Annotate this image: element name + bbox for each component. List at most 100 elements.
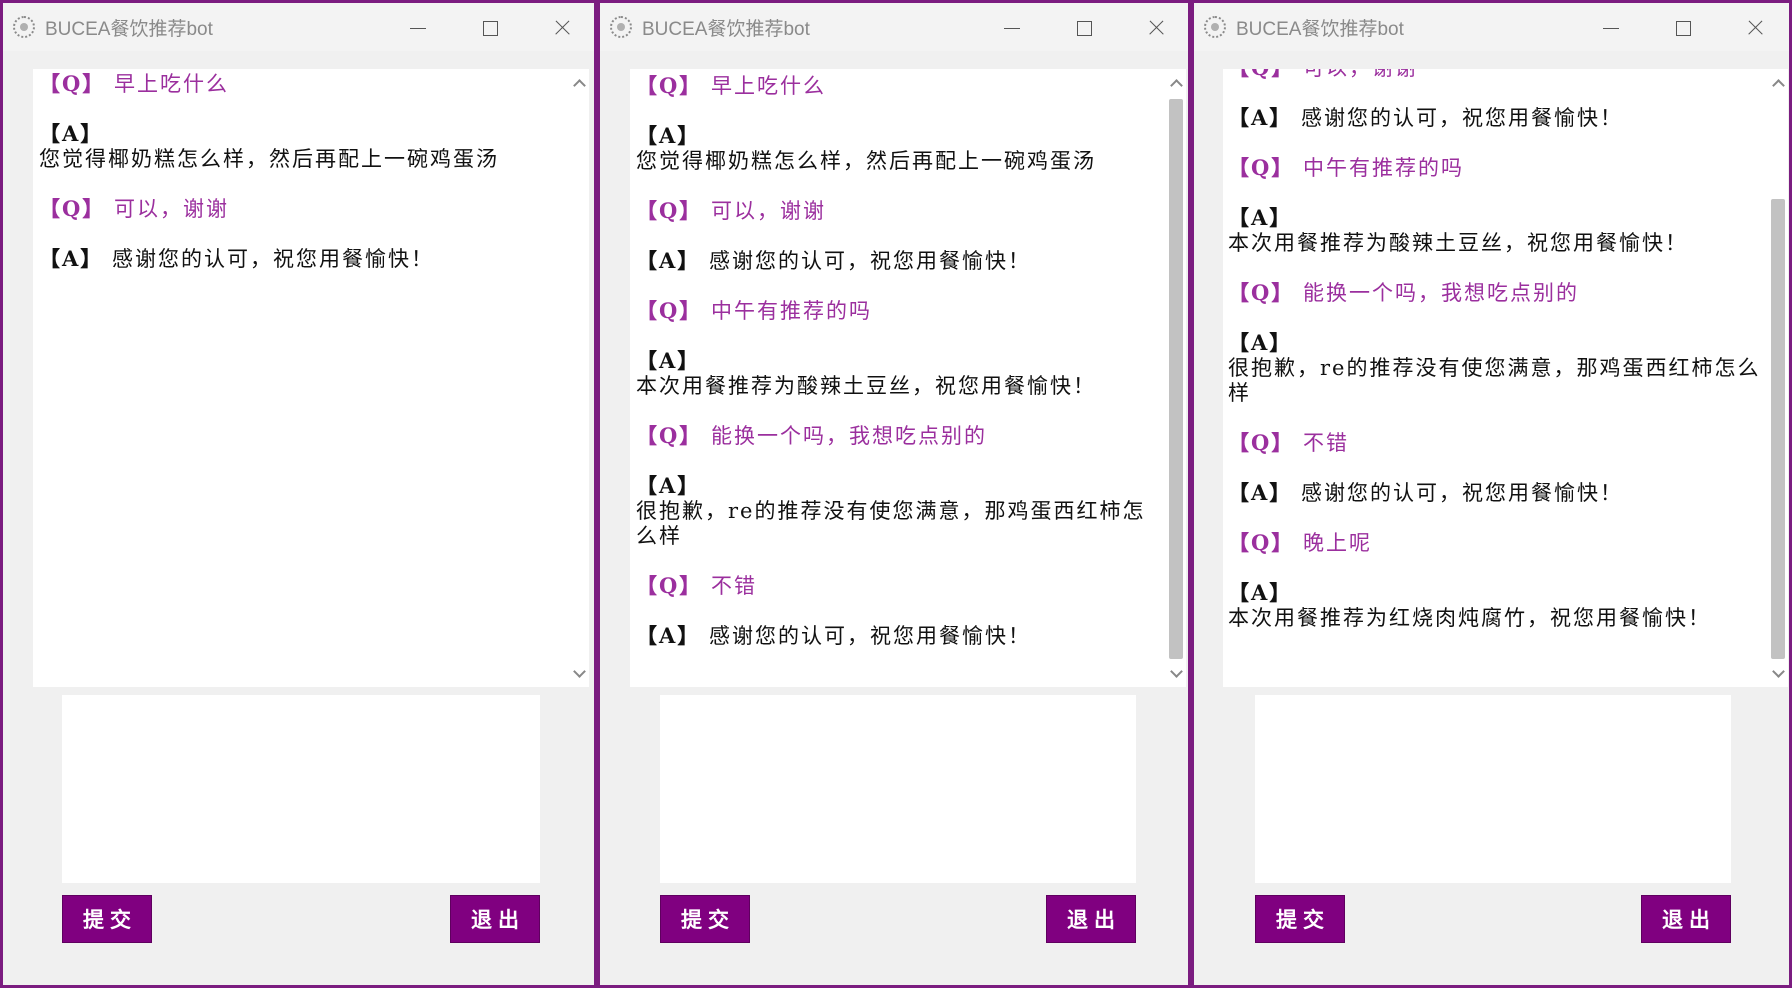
- maximize-icon[interactable]: [1646, 3, 1718, 51]
- submit-button[interactable]: 提交: [1255, 895, 1345, 943]
- minimize-icon[interactable]: [1574, 3, 1646, 51]
- title-bar[interactable]: BUCEA餐饮推荐bot: [1194, 3, 1789, 51]
- close-icon[interactable]: [1718, 3, 1790, 51]
- answer-message: 【A】 很抱歉，re的推荐没有使您满意，那鸡蛋西红柿怎么样: [636, 473, 1162, 549]
- submit-button[interactable]: 提交: [660, 895, 750, 943]
- message-text: 晚上呢: [1302, 531, 1372, 555]
- window-title: BUCEA餐饮推荐bot: [642, 19, 810, 40]
- title-bar[interactable]: BUCEA餐饮推荐bot: [3, 3, 594, 51]
- question-message: 【Q】 可以，谢谢: [636, 198, 1162, 224]
- message-input[interactable]: [1255, 695, 1731, 883]
- close-icon[interactable]: [1119, 3, 1191, 51]
- question-message: 【Q】 早上吃什么: [39, 71, 566, 97]
- answer-message: 【A】 感谢您的认可，祝您用餐愉快！: [1228, 480, 1764, 506]
- maximize-icon[interactable]: [453, 3, 525, 51]
- chat-scrollbar[interactable]: [1166, 69, 1186, 687]
- message-text: 可以，谢谢: [710, 199, 826, 223]
- chat-window-2: BUCEA餐饮推荐bot 【Q】 早上吃什么 【A】 您觉得椰奶糕怎么样，然后再配…: [597, 0, 1191, 988]
- message-text: 本次用餐推荐为红烧肉炖腐竹，祝您用餐愉快！: [1228, 606, 1711, 630]
- app-icon: [1204, 16, 1226, 38]
- question-message: 【Q】 可以，谢谢: [1228, 69, 1764, 81]
- message-text: 不错: [710, 574, 757, 598]
- message-tag: 【Q】: [1228, 155, 1295, 180]
- message-tag: 【A】: [1228, 105, 1293, 130]
- answer-message: 【A】 感谢您的认可，祝您用餐愉快！: [636, 248, 1162, 274]
- message-tag: 【Q】: [636, 298, 703, 323]
- message-text: 可以，谢谢: [1303, 69, 1418, 80]
- scroll-up-icon[interactable]: [573, 77, 585, 89]
- message-tag: 【A】: [1228, 480, 1293, 505]
- message-text: 不错: [1302, 431, 1349, 455]
- message-text: 感谢您的认可，祝您用餐愉快！: [111, 247, 434, 271]
- chat-history[interactable]: 【Q】 早上吃什么 【A】 您觉得椰奶糕怎么样，然后再配上一碗鸡蛋汤 【Q】 可以，…: [33, 69, 570, 687]
- message-tag: 【Q】: [636, 423, 703, 448]
- message-tag: 【Q】: [636, 73, 703, 98]
- question-message: 【Q】 中午有推荐的吗: [636, 298, 1162, 324]
- message-tag: 【A】: [39, 246, 104, 271]
- message-tag: 【Q】: [1228, 430, 1295, 455]
- message-text: 您觉得椰奶糕怎么样，然后再配上一碗鸡蛋汤: [39, 147, 499, 171]
- message-list: 【Q】 可以，谢谢【A】 感谢您的认可，祝您用餐愉快！【Q】 中午有推荐的吗【A…: [1228, 69, 1764, 655]
- chat-scrollbar[interactable]: [1768, 69, 1788, 687]
- message-list: 【Q】 早上吃什么 【A】 您觉得椰奶糕怎么样，然后再配上一碗鸡蛋汤 【Q】 可以，…: [636, 73, 1162, 673]
- message-tag: 【Q】: [636, 573, 703, 598]
- message-text: 可以，谢谢: [113, 197, 229, 221]
- app-icon: [13, 16, 35, 38]
- close-icon[interactable]: [525, 3, 597, 51]
- message-tag: 【A】: [1228, 205, 1293, 230]
- scrollbar-thumb[interactable]: [1169, 99, 1183, 659]
- window-title: BUCEA餐饮推荐bot: [45, 19, 213, 40]
- question-message: 【Q】 不错: [636, 573, 1162, 599]
- scroll-down-icon[interactable]: [1772, 667, 1784, 679]
- scroll-up-icon[interactable]: [1170, 77, 1182, 89]
- message-input[interactable]: [62, 695, 540, 883]
- message-tag: 【A】: [39, 121, 104, 146]
- chat-history[interactable]: 【Q】 早上吃什么 【A】 您觉得椰奶糕怎么样，然后再配上一碗鸡蛋汤 【Q】 可以，…: [630, 69, 1166, 687]
- answer-message: 【A】 很抱歉，re的推荐没有使您满意，那鸡蛋西红柿怎么样: [1228, 330, 1764, 406]
- chat-window-1: BUCEA餐饮推荐bot 【Q】 早上吃什么 【A】 您觉得椰奶糕怎么样，然后再配…: [0, 0, 597, 988]
- message-input[interactable]: [660, 695, 1136, 883]
- question-message: 【Q】 可以，谢谢: [39, 196, 566, 222]
- scroll-up-icon[interactable]: [1772, 77, 1784, 89]
- question-message: 【Q】 不错: [1228, 430, 1764, 456]
- message-list: 【Q】 早上吃什么 【A】 您觉得椰奶糕怎么样，然后再配上一碗鸡蛋汤 【Q】 可以，…: [39, 71, 566, 296]
- message-tag: 【A】: [636, 123, 701, 148]
- answer-message: 【A】 感谢您的认可，祝您用餐愉快！: [636, 623, 1162, 649]
- exit-button[interactable]: 退出: [450, 895, 540, 943]
- chat-history[interactable]: 【Q】 可以，谢谢【A】 感谢您的认可，祝您用餐愉快！【Q】 中午有推荐的吗【A…: [1223, 69, 1768, 687]
- submit-button[interactable]: 提交: [62, 895, 152, 943]
- message-tag: 【Q】: [1228, 69, 1294, 80]
- message-text: 您觉得椰奶糕怎么样，然后再配上一碗鸡蛋汤: [636, 149, 1096, 173]
- message-text: 很抱歉，re的推荐没有使您满意，那鸡蛋西红柿怎么样: [636, 499, 1146, 548]
- scroll-down-icon[interactable]: [573, 667, 585, 679]
- minimize-icon[interactable]: [975, 3, 1047, 51]
- message-text: 能换一个吗，我想吃点别的: [1302, 281, 1579, 305]
- message-text: 感谢您的认可，祝您用餐愉快！: [708, 249, 1031, 273]
- message-tag: 【Q】: [39, 196, 106, 221]
- maximize-icon[interactable]: [1047, 3, 1119, 51]
- question-message: 【Q】 中午有推荐的吗: [1228, 155, 1764, 181]
- message-tag: 【A】: [636, 623, 701, 648]
- message-text: 本次用餐推荐为酸辣土豆丝，祝您用餐愉快！: [636, 374, 1096, 398]
- exit-button[interactable]: 退出: [1046, 895, 1136, 943]
- message-tag: 【A】: [636, 248, 701, 273]
- answer-message: 【A】 您觉得椰奶糕怎么样，然后再配上一碗鸡蛋汤: [39, 121, 566, 172]
- scrollbar-thumb[interactable]: [1771, 199, 1785, 659]
- minimize-icon[interactable]: [381, 3, 453, 51]
- message-tag: 【Q】: [1228, 280, 1295, 305]
- scroll-down-icon[interactable]: [1170, 667, 1182, 679]
- message-tag: 【A】: [1228, 330, 1293, 355]
- answer-message: 【A】 感谢您的认可，祝您用餐愉快！: [39, 246, 566, 272]
- message-tag: 【A】: [1228, 580, 1293, 605]
- chat-scrollbar[interactable]: [569, 69, 589, 687]
- message-tag: 【Q】: [1228, 530, 1295, 555]
- answer-message: 【A】 感谢您的认可，祝您用餐愉快！: [1228, 105, 1764, 131]
- message-text: 本次用餐推荐为酸辣土豆丝，祝您用餐愉快！: [1228, 231, 1688, 255]
- message-tag: 【A】: [636, 473, 701, 498]
- question-message: 【Q】 能换一个吗，我想吃点别的: [1228, 280, 1764, 306]
- title-bar[interactable]: BUCEA餐饮推荐bot: [600, 3, 1188, 51]
- exit-button[interactable]: 退出: [1641, 895, 1731, 943]
- message-text: 感谢您的认可，祝您用餐愉快！: [1300, 481, 1623, 505]
- app-icon: [610, 16, 632, 38]
- message-text: 感谢您的认可，祝您用餐愉快！: [708, 624, 1031, 648]
